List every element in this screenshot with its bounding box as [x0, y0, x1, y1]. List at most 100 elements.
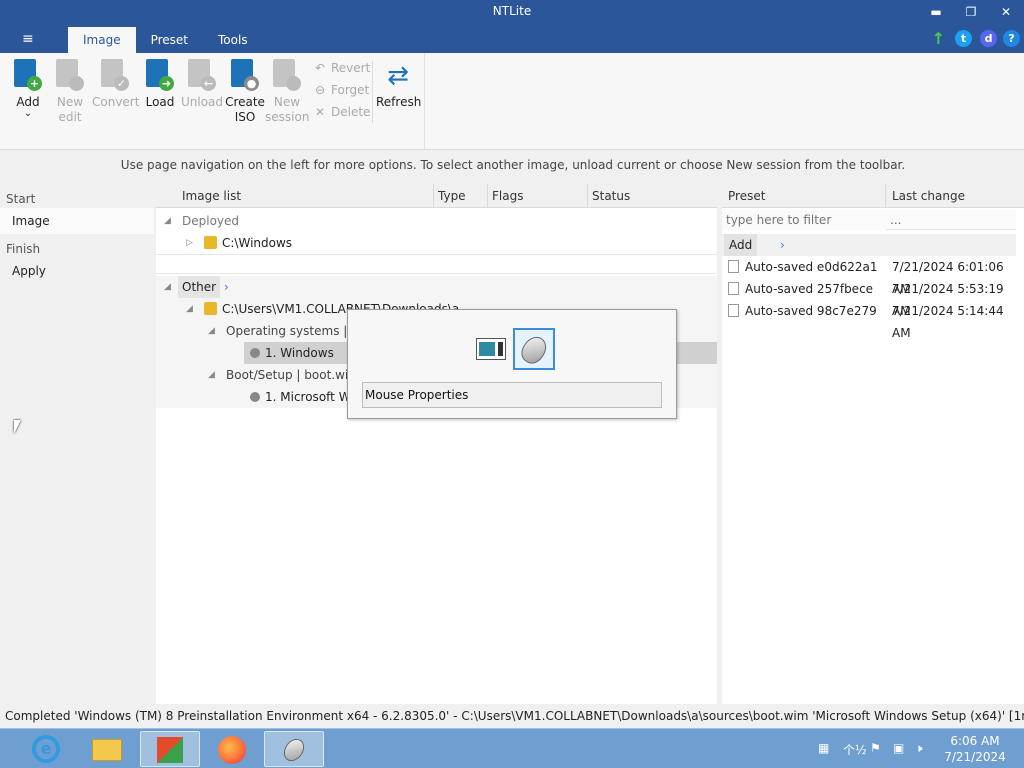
title-bar: NTLite ▬ ❐ ✕ ≡ Image Preset Tools ↑ t d … [0, 0, 1024, 53]
unload-icon: ← [186, 59, 218, 93]
nav-section-start: Start [6, 192, 36, 206]
twitter-icon[interactable]: t [955, 30, 972, 47]
delete-button[interactable]: ✕ Delete [313, 105, 370, 119]
group-deployed[interactable]: ◢ Deployed [156, 210, 717, 232]
mouse-cursor-icon [14, 420, 21, 434]
column-flags[interactable]: Flags [488, 184, 588, 208]
action-center-icon[interactable]: ▦ [818, 741, 829, 755]
switcher-window-label: Mouse Properties [362, 382, 662, 408]
column-image-list[interactable]: Image list [178, 184, 434, 208]
collapse-caret-icon: ◢ [186, 304, 193, 314]
discord-icon[interactable]: d [980, 30, 997, 47]
revert-button[interactable]: ↶ Revert [313, 61, 370, 75]
restore-button[interactable]: ❐ [959, 4, 983, 20]
file-icon [728, 304, 739, 317]
minus-circle-icon: ⊖ [314, 83, 326, 97]
info-bar: Use page navigation on the left for more… [0, 150, 1024, 180]
volume-muted-icon[interactable]: 🕨 [915, 741, 923, 756]
update-arrow-icon[interactable]: ↑ [930, 30, 947, 47]
nav-item-apply[interactable]: Apply [0, 258, 156, 284]
network-icon[interactable]: ▣ [893, 741, 904, 755]
ribbon-separator [372, 61, 373, 123]
collapse-caret-icon: ◢ [164, 216, 171, 226]
new-session-icon [271, 59, 303, 93]
preset-date: 7/21/2024 5:53:19 AM [892, 282, 1004, 318]
help-icon[interactable]: ? [1003, 30, 1020, 47]
task-switcher-popup: Mouse Properties [347, 309, 677, 419]
ribbon-tabs: Image Preset Tools [68, 27, 263, 53]
refresh-icon: ⇄ [387, 61, 409, 91]
taskbar-clock[interactable]: 6:06 AM 7/21/2024 [936, 733, 1014, 765]
new-edit-button[interactable]: New edit [48, 59, 92, 125]
tab-tools[interactable]: Tools [203, 27, 263, 53]
collapse-caret-icon: ◢ [208, 370, 215, 380]
add-image-icon: + [12, 59, 44, 93]
column-last-change[interactable]: Last change [886, 184, 1024, 208]
column-type[interactable]: Type [434, 184, 488, 208]
group-other[interactable]: ◢ Other › [156, 276, 717, 298]
convert-button[interactable]: ✓ Convert [92, 59, 139, 110]
window-title: NTLite [492, 4, 532, 18]
new-edit-icon [54, 59, 86, 93]
close-button[interactable]: ✕ [994, 4, 1018, 20]
date-filter-input[interactable]: ... [886, 210, 1016, 230]
ntlite-taskbar-icon[interactable] [140, 731, 200, 767]
list-item[interactable]: Auto-saved e0d622a1 [728, 256, 877, 278]
tab-preset[interactable]: Preset [136, 27, 203, 53]
forget-button[interactable]: ⊖ Forget [313, 83, 369, 97]
ribbon-toolbar: + Add ⌄ New edit ✓ Convert ➜ Load ← Unlo… [0, 53, 1024, 150]
status-bar: Completed 'Windows (TM) 8 Preinstallatio… [0, 704, 1024, 728]
flag-icon[interactable]: ⚑ [870, 741, 881, 755]
file-icon [728, 282, 739, 295]
column-preset[interactable]: Preset [722, 184, 886, 208]
refresh-button[interactable]: ⇄ Refresh [376, 59, 421, 110]
preset-date: 7/21/2024 6:01:06 AM [892, 260, 1004, 296]
nav-item-image[interactable]: Image [0, 208, 154, 234]
image-status-dot-icon [250, 348, 260, 358]
preset-filter-input[interactable] [722, 210, 886, 230]
load-icon: ➜ [144, 59, 176, 93]
ime-icon[interactable]: 个½ [843, 741, 867, 758]
expand-caret-icon: ▷ [186, 238, 193, 248]
tree-row-deployed-windows[interactable]: ▷ C:\Windows [156, 232, 717, 254]
collapse-caret-icon: ◢ [164, 282, 171, 292]
nav-section-finish: Finish [6, 242, 41, 256]
file-icon [728, 260, 739, 273]
add-button[interactable]: + Add ⌄ [6, 59, 50, 119]
create-iso-icon: ● [229, 59, 261, 93]
load-button[interactable]: ➜ Load [138, 59, 182, 110]
create-iso-button[interactable]: ● Create ISO [223, 59, 267, 125]
firefox-icon[interactable] [202, 731, 262, 767]
undo-icon: ↶ [314, 61, 326, 75]
tab-image[interactable]: Image [68, 27, 136, 53]
internet-explorer-icon[interactable]: e [18, 731, 78, 767]
chevron-down-icon: ⌄ [23, 108, 33, 119]
add-preset-button[interactable]: Add [724, 234, 758, 256]
convert-icon: ✓ [99, 59, 131, 93]
list-item[interactable]: Auto-saved 98c7e279 [728, 300, 877, 322]
preset-panel: Preset Last change ... Add › Auto-saved … [722, 184, 1024, 704]
delete-x-icon: ✕ [314, 105, 326, 119]
preset-add-row: Add › [722, 234, 1016, 256]
chevron-right-icon: › [224, 280, 229, 294]
minimize-button[interactable]: ▬ [924, 4, 948, 20]
preset-date: 7/21/2024 5:14:44 AM [892, 304, 1004, 340]
folder-icon [204, 302, 217, 315]
ribbon-group-divider [424, 53, 425, 149]
column-status[interactable]: Status [588, 184, 717, 208]
image-list-panel: Image list Type Flags Status ◢ Deployed … [156, 184, 717, 704]
collapse-caret-icon: ◢ [208, 326, 215, 336]
mouse-properties-taskbar-icon[interactable] [264, 731, 324, 767]
image-list-header: Image list Type Flags Status [156, 184, 717, 208]
unload-button[interactable]: ← Unload [180, 59, 224, 110]
window-thumbnail-icon[interactable] [470, 328, 512, 370]
list-divider [156, 254, 717, 274]
folder-icon [204, 236, 217, 249]
mouse-properties-icon[interactable] [513, 328, 555, 370]
hamburger-menu-icon[interactable]: ≡ [22, 31, 34, 47]
file-explorer-icon[interactable] [78, 731, 138, 767]
taskbar: e ▦ 个½ ⚑ ▣ 🕨 6:06 AM 7/21/2024 [0, 728, 1024, 768]
new-session-button[interactable]: New session [265, 59, 309, 125]
list-item[interactable]: Auto-saved 257fbece [728, 278, 873, 300]
chevron-right-icon: › [780, 238, 785, 252]
